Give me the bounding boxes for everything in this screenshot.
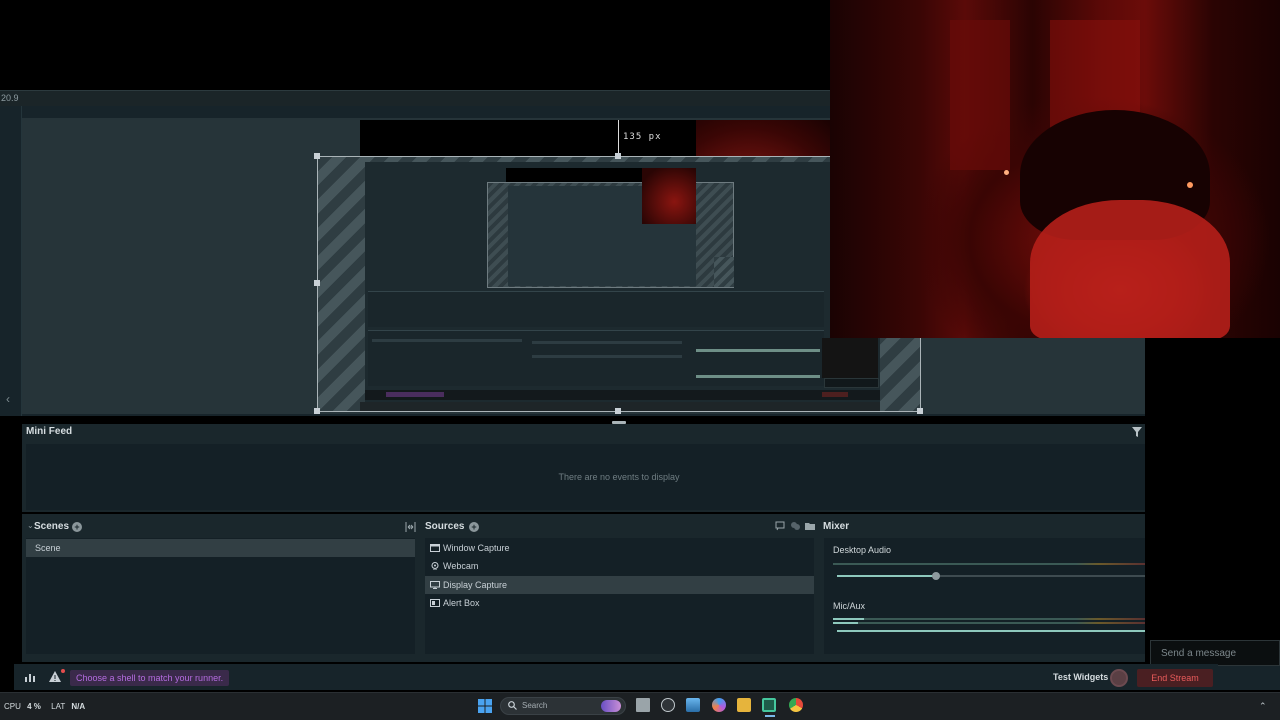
source-item[interactable]: Alert Box [425, 594, 814, 612]
cpu-label: CPU [4, 702, 21, 711]
end-stream-button[interactable]: End Stream [1137, 669, 1213, 687]
source-item[interactable]: Window Capture [425, 539, 814, 557]
collapse-left-icon[interactable]: ‹ [6, 392, 10, 406]
nested-send-box [824, 378, 879, 388]
mic-aux-meter-2 [833, 622, 1145, 624]
minifeed-title: Mini Feed [26, 426, 73, 437]
copilot-icon[interactable] [712, 698, 726, 712]
mixer-title: Mixer [823, 521, 850, 532]
source-folder-icon[interactable] [805, 521, 816, 531]
source-filter-icon[interactable] [790, 521, 801, 531]
nested-tip [386, 392, 444, 397]
webcam-feed [830, 0, 1280, 338]
lat-label: LAT [51, 702, 66, 711]
filter-icon[interactable] [1132, 427, 1142, 437]
nested-chat-area [822, 338, 878, 378]
scenes-title: Scenes [34, 521, 70, 532]
folder-icon[interactable] [737, 698, 751, 712]
nested-black-bar [506, 168, 642, 182]
mixer-channel-label: Desktop Audio [833, 545, 892, 555]
sources-title: Sources [425, 521, 465, 532]
nested-bottom-panels [368, 330, 824, 386]
source-item[interactable]: Display Capture [425, 576, 814, 594]
monitor-icon [430, 581, 440, 589]
desktop-audio-slider-knob[interactable] [931, 572, 940, 580]
nested-end-stream [822, 392, 848, 397]
chevron-up-icon[interactable]: ⌃ [1259, 701, 1267, 712]
mic-aux-slider-fill [837, 630, 1145, 632]
webcam-icon [431, 562, 439, 570]
active-app-indicator [765, 715, 775, 717]
scene-item-label: Scene [35, 543, 61, 553]
resize-handle-l[interactable] [314, 280, 320, 286]
source-item-label: Webcam [443, 561, 479, 571]
alert-box-icon [430, 599, 440, 607]
distance-guide-line [618, 120, 619, 156]
collapse-scenes-icon[interactable]: ⌄ [27, 521, 34, 530]
search-icon [508, 701, 517, 710]
explorer-app-icon[interactable] [686, 698, 700, 712]
desktop-audio-meter [833, 563, 1145, 565]
resize-handle-bl[interactable] [314, 408, 320, 414]
search-highlight-icon [601, 700, 621, 712]
desktop-audio-slider-fill [837, 575, 936, 577]
mixer-panel [824, 538, 1145, 654]
source-item[interactable]: Webcam [425, 557, 814, 575]
minifeed-empty-text: There are no events to display [558, 472, 680, 482]
nested-webcam [642, 168, 696, 224]
source-item-label: Display Capture [443, 580, 508, 590]
tip-message[interactable]: Choose a shell to match your runner. [70, 670, 230, 686]
test-widgets-label[interactable]: Test Widgets [1053, 672, 1108, 682]
mixer-channel-label: Mic/Aux [833, 601, 866, 611]
scene-item[interactable]: Scene [26, 539, 415, 557]
add-scene-icon[interactable]: + [72, 522, 82, 532]
source-item-label: Window Capture [443, 543, 510, 553]
scene-transition-icon[interactable] [405, 522, 416, 532]
source-item-label: Alert Box [443, 598, 480, 608]
resize-handle-t[interactable] [615, 153, 621, 159]
streamlabs-icon[interactable] [762, 698, 776, 712]
windows-start-icon[interactable] [478, 699, 492, 713]
chrome-icon[interactable] [789, 698, 803, 712]
chat-input-box[interactable] [1150, 640, 1280, 666]
notification-dot [61, 669, 65, 673]
window-icon [430, 544, 440, 552]
resize-handle-tl[interactable] [314, 153, 320, 159]
search-placeholder: Search [522, 701, 548, 710]
resize-handle-br[interactable] [917, 408, 923, 414]
test-widgets-toggle[interactable] [1110, 669, 1128, 687]
distance-guide-label: 135 px [623, 132, 662, 142]
alert-icon[interactable] [49, 671, 63, 683]
lat-value: N/A [71, 702, 86, 711]
zoom-strip: 20.9 [0, 90, 830, 106]
task-view-icon[interactable] [636, 698, 650, 712]
add-source-icon[interactable]: + [469, 522, 479, 532]
nested-hatch [714, 257, 734, 287]
zoom-label: 20.9 [1, 93, 19, 103]
cpu-lat-readout: CPU 4 % LAT N/A [4, 702, 85, 711]
chat-panel [1145, 338, 1280, 690]
source-group-icon[interactable] [775, 521, 786, 531]
mic-aux-meter [833, 618, 1145, 620]
chat-bottom-strip [1218, 666, 1280, 690]
4k-app-icon[interactable] [661, 698, 675, 712]
cpu-value: 4 % [27, 702, 41, 711]
resize-handle-b[interactable] [615, 408, 621, 414]
taskbar-search[interactable]: Search [500, 697, 626, 715]
send-message-input[interactable] [1151, 641, 1279, 665]
stats-icon[interactable] [25, 672, 35, 682]
editor-left-rail [0, 106, 22, 416]
nested-minifeed [368, 291, 824, 327]
